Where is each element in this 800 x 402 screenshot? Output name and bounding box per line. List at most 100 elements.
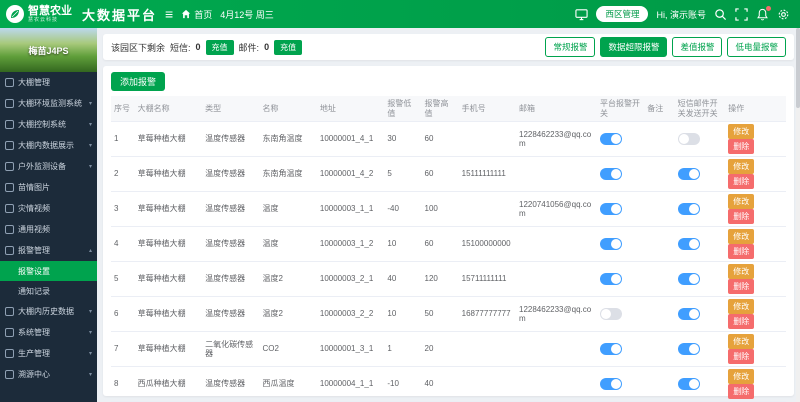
sidebar-item-1[interactable]: 大棚环境监测系统▾ [0, 93, 97, 114]
column-header-7: 手机号 [459, 96, 516, 122]
sidebar-item-11[interactable]: 生产管理▾ [0, 343, 97, 364]
table-row: 1草莓种植大棚温度传感器东南角温度10000001_4_130601228462… [111, 122, 786, 157]
delete-button[interactable]: 删除 [728, 349, 754, 364]
column-header-3: 名称 [260, 96, 317, 122]
table-row: 2草莓种植大棚温度传感器东南角温度10000001_4_256015111111… [111, 157, 786, 192]
platform-alarm-toggle[interactable] [600, 343, 622, 355]
edit-button[interactable]: 修改 [728, 299, 754, 314]
delete-button[interactable]: 删除 [728, 279, 754, 294]
trace-center-icon [5, 370, 14, 379]
delete-button[interactable]: 删除 [728, 174, 754, 189]
cell: 温度 [260, 192, 317, 227]
greenhouse-icon [5, 78, 14, 87]
cell [516, 227, 597, 262]
sidebar-item-label: 苗情图片 [18, 182, 50, 193]
user-greeting: Hi, 演示账号 [656, 8, 706, 21]
edit-button[interactable]: 修改 [728, 369, 754, 384]
page-scrollbar[interactable] [796, 28, 800, 402]
alarm-tab-0[interactable]: 常规报警 [545, 37, 595, 57]
cell: 3 [111, 192, 135, 227]
column-header-1: 大棚名称 [135, 96, 203, 122]
sidebar-item-label: 大棚管理 [18, 77, 50, 88]
alarm-tab-3[interactable]: 低电量报警 [727, 37, 786, 57]
cell: 60 [422, 122, 459, 157]
cell-actions: 修改删除 [725, 157, 786, 192]
cell [675, 227, 726, 262]
scrollbar-thumb[interactable] [796, 28, 800, 108]
cell: 草莓种植大棚 [135, 192, 203, 227]
park-manage-button[interactable]: 西区管理 [596, 6, 648, 22]
cell: 温度 [260, 227, 317, 262]
sidebar-item-3[interactable]: 大棚内数据展示▾ [0, 135, 97, 156]
cell: 30 [384, 122, 421, 157]
delete-button[interactable]: 删除 [728, 139, 754, 154]
cell [644, 367, 674, 402]
sms-mail-toggle[interactable] [678, 133, 700, 145]
platform-alarm-toggle[interactable] [600, 378, 622, 390]
cell [675, 122, 726, 157]
add-alarm-button[interactable]: 添加报警 [111, 72, 165, 91]
outdoor-device-icon [5, 162, 14, 171]
edit-button[interactable]: 修改 [728, 334, 754, 349]
sidebar-item-0[interactable]: 大棚管理 [0, 72, 97, 93]
alarm-tab-2[interactable]: 差值报警 [672, 37, 722, 57]
edit-button[interactable]: 修改 [728, 124, 754, 139]
platform-alarm-toggle[interactable] [600, 203, 622, 215]
sms-mail-toggle[interactable] [678, 273, 700, 285]
base-photo[interactable]: 梅苗J4PS [0, 28, 97, 72]
chevron-down-icon: ▾ [89, 121, 92, 128]
edit-button[interactable]: 修改 [728, 264, 754, 279]
cell: 10000003_2_2 [317, 297, 385, 332]
monitor-icon[interactable] [575, 8, 588, 21]
sms-mail-toggle[interactable] [678, 238, 700, 250]
sidebar-item-9[interactable]: 大棚内历史数据▾ [0, 301, 97, 322]
sidebar-item-label: 报警管理 [18, 245, 50, 256]
search-icon[interactable] [714, 8, 727, 21]
edit-button[interactable]: 修改 [728, 194, 754, 209]
platform-alarm-toggle[interactable] [600, 273, 622, 285]
chevron-down-icon: ▾ [89, 350, 92, 357]
sms-mail-toggle[interactable] [678, 343, 700, 355]
platform-alarm-toggle[interactable] [600, 308, 622, 320]
delete-button[interactable]: 删除 [728, 314, 754, 329]
edit-button[interactable]: 修改 [728, 229, 754, 244]
sidebar-subitem-8-1[interactable]: 通知记录 [0, 281, 97, 301]
delete-button[interactable]: 删除 [728, 384, 754, 399]
breadcrumb-home[interactable]: 首页 [181, 8, 212, 21]
delete-button[interactable]: 删除 [728, 244, 754, 259]
sms-mail-toggle[interactable] [678, 168, 700, 180]
sms-mail-toggle[interactable] [678, 308, 700, 320]
menu-toggle-icon[interactable]: ≡ [165, 7, 173, 21]
column-header-12: 操作 [725, 96, 786, 122]
sidebar-item-5[interactable]: 苗情图片 [0, 177, 97, 198]
sidebar-item-4[interactable]: 户外监测设备▾ [0, 156, 97, 177]
sidebar-item-2[interactable]: 大棚控制系统▾ [0, 114, 97, 135]
logo-subtitle: 慧农云科技 [28, 18, 72, 23]
alarm-tab-1[interactable]: 数据超限报警 [600, 37, 667, 57]
cell: 40 [422, 367, 459, 402]
platform-alarm-toggle[interactable] [600, 168, 622, 180]
cell: 草莓种植大棚 [135, 122, 203, 157]
fullscreen-icon[interactable] [735, 8, 748, 21]
sidebar-item-label: 灾情视频 [18, 203, 50, 214]
sidebar-item-12[interactable]: 溯源中心▾ [0, 364, 97, 385]
sidebar-item-7[interactable]: 通用视频 [0, 219, 97, 240]
sidebar-item-8[interactable]: 报警管理▴ [0, 240, 97, 261]
sidebar-item-10[interactable]: 系统管理▾ [0, 322, 97, 343]
sidebar-item-6[interactable]: 灾情视频 [0, 198, 97, 219]
mail-recharge-button[interactable]: 充值 [274, 40, 302, 55]
edit-button[interactable]: 修改 [728, 159, 754, 174]
bell-icon[interactable] [756, 8, 769, 21]
gear-icon[interactable] [777, 8, 790, 21]
cell: 5 [384, 157, 421, 192]
app-logo: 智慧农业 慧农云科技 [6, 5, 72, 23]
cell: 15111111111 [459, 157, 516, 192]
sms-mail-toggle[interactable] [678, 378, 700, 390]
sms-mail-toggle[interactable] [678, 203, 700, 215]
sidebar-subitem-8-0[interactable]: 报警设置 [0, 261, 97, 281]
platform-alarm-toggle[interactable] [600, 133, 622, 145]
delete-button[interactable]: 删除 [728, 209, 754, 224]
platform-alarm-toggle[interactable] [600, 238, 622, 250]
sms-recharge-button[interactable]: 充值 [206, 40, 234, 55]
cell [675, 367, 726, 402]
